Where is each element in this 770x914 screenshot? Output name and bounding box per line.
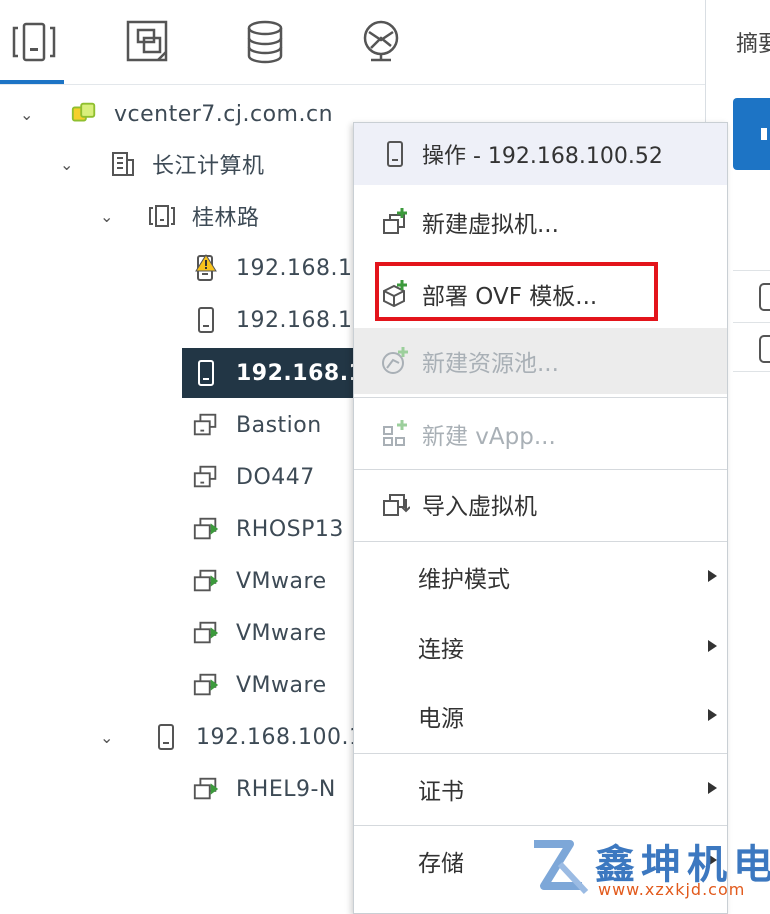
menu-item-label: 证书 <box>418 779 464 805</box>
chevron-down-icon[interactable]: ⌄ <box>20 105 46 124</box>
tree-item-cluster[interactable]: ⌄ 桂林路 <box>100 194 260 238</box>
tree-item-vm[interactable]: VMware <box>192 663 327 707</box>
menu-item-label: 连接 <box>418 637 464 663</box>
watermark-logo-icon <box>534 840 589 895</box>
new-vm-icon <box>380 207 410 237</box>
tree-item-host-selected[interactable]: 192.168.10 <box>182 348 380 398</box>
hosts-clusters-icon[interactable] <box>10 18 58 66</box>
vm-off-icon <box>192 411 220 439</box>
new-vapp-icon <box>380 419 410 449</box>
menu-separator <box>354 541 727 542</box>
cluster-icon <box>148 202 176 230</box>
chevron-down-icon[interactable]: ⌄ <box>100 728 126 747</box>
chevron-down-icon[interactable]: ⌄ <box>100 207 126 226</box>
tree-item-vm[interactable]: Bastion <box>192 403 322 447</box>
vms-templates-icon[interactable] <box>124 18 172 66</box>
vm-on-icon <box>192 671 220 699</box>
menu-item-maintenance-mode[interactable]: 维护模式 <box>354 544 727 610</box>
tree-item-datacenter[interactable]: ⌄ 长江计算机 <box>60 142 265 186</box>
chevron-down-icon[interactable]: ⌄ <box>60 155 86 174</box>
networking-icon[interactable] <box>357 18 405 66</box>
tree-item-label: 桂林路 <box>192 206 260 231</box>
tree-item-vm[interactable]: DO447 <box>192 455 315 499</box>
host-icon <box>380 139 410 169</box>
submenu-arrow-icon <box>708 640 717 652</box>
menu-item-power[interactable]: 电源 <box>354 683 727 749</box>
menu-item-connection[interactable]: 连接 <box>354 614 727 680</box>
tree-item-host[interactable]: 192.168.10 <box>192 298 367 342</box>
tree-item-vm[interactable]: RHEL9-N <box>192 767 336 811</box>
tree-item-vcenter[interactable]: ⌄ vcenter7.cj.com.cn <box>20 92 333 136</box>
watermark: 鑫坤机电 www.xzxkjd.com <box>530 832 770 902</box>
menu-item-label: 新建 vApp... <box>422 424 556 450</box>
tree-item-host[interactable]: ⌄ 192.168.100.1 <box>100 715 363 759</box>
highlight-box <box>375 262 658 321</box>
vm-off-icon <box>192 463 220 491</box>
tree-item-host[interactable]: 192.168.10 <box>192 246 367 290</box>
vm-on-icon <box>192 515 220 543</box>
table-row <box>733 322 770 372</box>
menu-item-import-vm[interactable]: 导入虚拟机 <box>354 471 727 537</box>
menu-item-label: 存储 <box>418 851 464 877</box>
host-icon <box>192 306 220 334</box>
tree-item-label: 192.168.10 <box>236 307 367 333</box>
navigator-tabs <box>0 0 705 84</box>
tree-item-vm[interactable]: VMware <box>192 559 327 603</box>
submenu-arrow-icon <box>708 570 717 582</box>
vm-on-icon <box>192 567 220 595</box>
tree-item-label: vcenter7.cj.com.cn <box>114 101 334 127</box>
row-checkbox[interactable] <box>759 283 770 311</box>
menu-item-label: 电源 <box>418 706 464 732</box>
nav-divider <box>0 84 705 85</box>
tree-item-label: Bastion <box>236 412 322 438</box>
menu-item-new-vm[interactable]: 新建虚拟机... <box>354 189 727 255</box>
vcenter-icon <box>70 100 98 128</box>
context-menu: 操作 - 192.168.100.52 新建虚拟机... 部署 OVF 模板..… <box>353 122 728 914</box>
menu-separator <box>354 753 727 754</box>
tree-item-vm[interactable]: RHOSP13 <box>192 507 344 551</box>
tree-item-label: VMware <box>236 672 327 698</box>
host-icon <box>192 359 220 387</box>
row-checkbox[interactable] <box>759 335 770 363</box>
tree-item-vm[interactable]: VMware <box>192 611 327 655</box>
menu-item-label: 新建虚拟机... <box>422 212 559 238</box>
menu-separator <box>354 825 727 826</box>
storage-icon[interactable] <box>241 18 289 66</box>
table-row <box>733 270 770 319</box>
menu-item-new-resource-pool[interactable]: 新建资源池... <box>354 328 727 394</box>
tree-item-label: VMware <box>236 620 327 646</box>
tab-summary[interactable]: 摘要 <box>736 26 770 58</box>
menu-item-label: 新建资源池... <box>422 351 559 377</box>
tree-item-label: 192.168.100.1 <box>196 724 364 750</box>
import-vm-icon <box>380 489 410 519</box>
tree-item-label: 长江计算机 <box>152 154 265 179</box>
menu-item-label: 维护模式 <box>418 567 510 593</box>
menu-item-certificates[interactable]: 证书 <box>354 756 727 822</box>
menu-separator <box>354 469 727 470</box>
vm-on-icon <box>192 775 220 803</box>
context-menu-header: 操作 - 192.168.100.52 <box>354 123 727 185</box>
tree-item-label: DO447 <box>236 464 315 490</box>
resource-pool-icon <box>380 346 410 376</box>
datacenter-icon <box>108 150 136 178</box>
submenu-arrow-icon <box>708 709 717 721</box>
tree-item-label: RHEL9-N <box>236 776 336 802</box>
vm-on-icon <box>192 619 220 647</box>
host-warning-icon <box>192 254 220 282</box>
context-menu-title: 操作 - 192.168.100.52 <box>422 144 663 169</box>
tree-item-label: VMware <box>236 568 327 594</box>
menu-item-label: 导入虚拟机 <box>422 494 537 520</box>
host-icon <box>152 723 180 751</box>
tree-item-label: RHOSP13 <box>236 516 344 542</box>
menu-item-new-vapp[interactable]: 新建 vApp... <box>354 401 727 467</box>
tree-item-label: 192.168.10 <box>236 255 367 281</box>
menu-separator <box>354 397 727 398</box>
watermark-url: www.xzxkjd.com <box>598 880 746 899</box>
submenu-arrow-icon <box>708 782 717 794</box>
action-button[interactable] <box>733 98 770 170</box>
